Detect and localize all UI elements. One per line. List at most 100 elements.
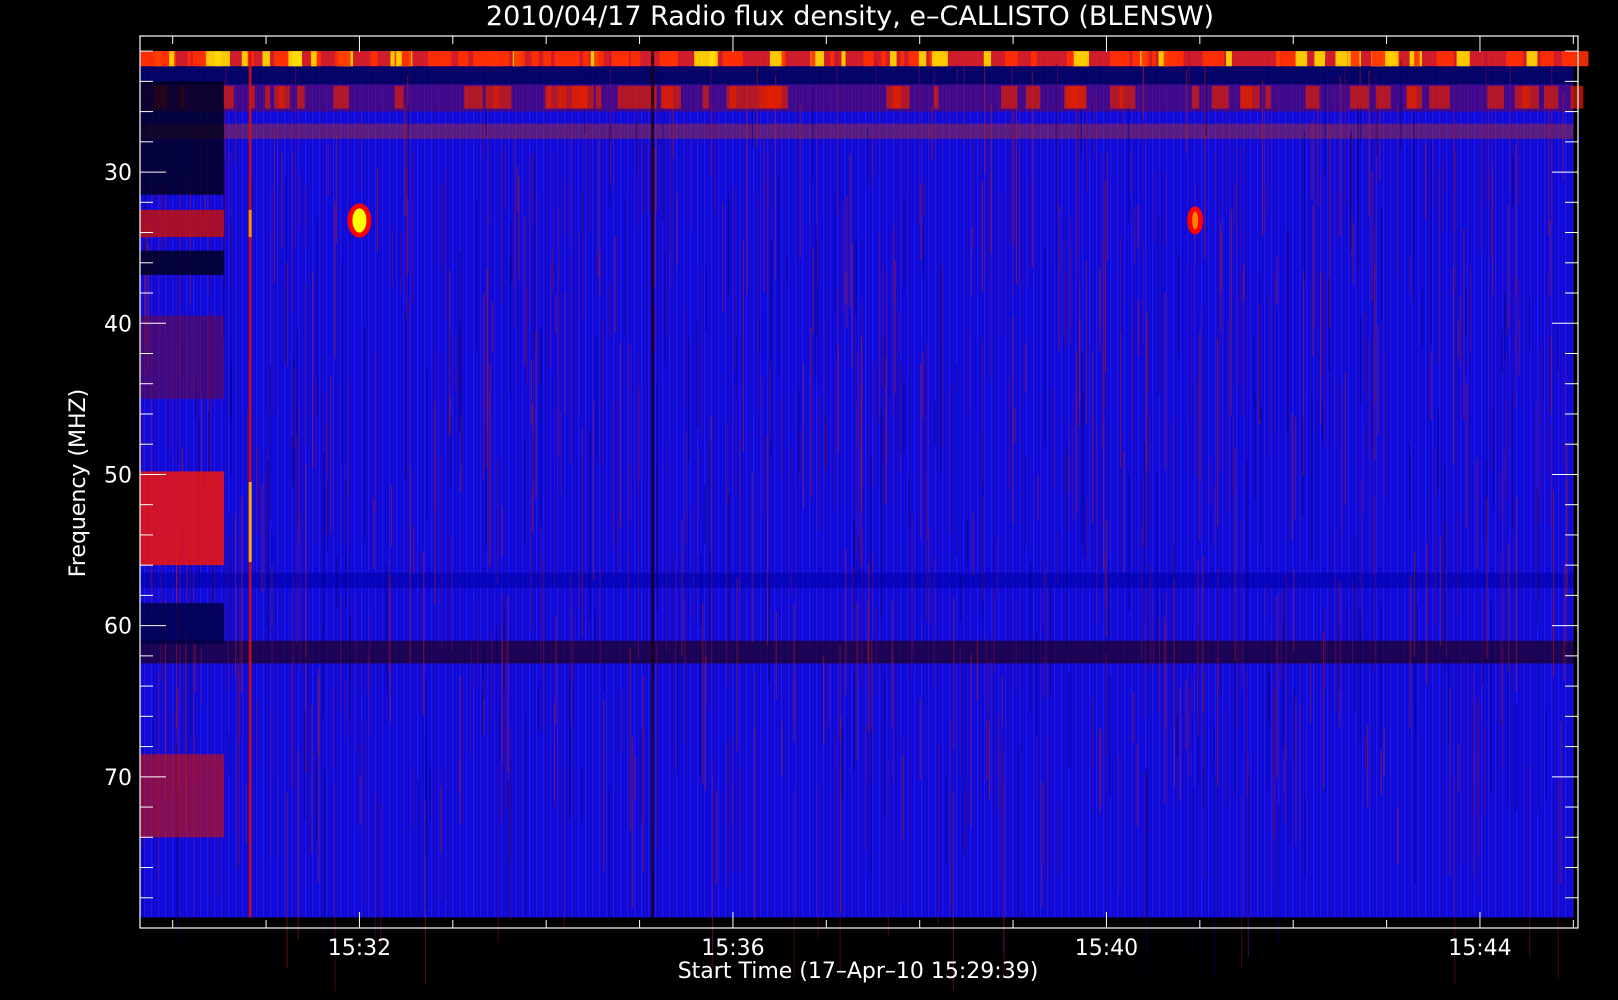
texture-streak bbox=[1106, 152, 1109, 261]
x-tick-label: 15:44 bbox=[1448, 936, 1511, 961]
upper-fragment bbox=[892, 85, 901, 109]
texture-streak bbox=[903, 735, 905, 905]
texture-streak bbox=[1536, 489, 1539, 626]
texture-streak bbox=[1142, 64, 1145, 119]
texture-streak bbox=[540, 526, 542, 666]
top-fragment bbox=[473, 51, 484, 67]
texture-streak bbox=[601, 319, 603, 469]
texture-streak bbox=[996, 537, 998, 594]
texture-streak bbox=[726, 483, 728, 685]
texture-streak bbox=[886, 271, 888, 464]
texture-streak bbox=[1384, 353, 1386, 500]
texture-streak bbox=[617, 512, 620, 573]
texture-streak bbox=[459, 675, 462, 825]
texture-streak bbox=[295, 53, 297, 251]
texture-streak bbox=[853, 671, 855, 772]
texture-streak bbox=[503, 604, 505, 691]
texture-streak bbox=[972, 513, 974, 576]
upper-fragment bbox=[1211, 85, 1229, 109]
texture-streak bbox=[894, 260, 896, 394]
texture-streak bbox=[1014, 407, 1016, 443]
texture-streak bbox=[476, 199, 478, 352]
texture-streak bbox=[355, 594, 357, 753]
texture-streak bbox=[1150, 564, 1152, 670]
texture-streak bbox=[593, 400, 595, 581]
texture-streak bbox=[1119, 237, 1122, 334]
texture-streak bbox=[1514, 278, 1517, 350]
texture-streak bbox=[359, 775, 361, 826]
texture-streak bbox=[834, 733, 836, 908]
texture-streak bbox=[1359, 610, 1361, 746]
texture-streak bbox=[1484, 726, 1486, 815]
texture-streak bbox=[558, 207, 561, 277]
vertical-line-1531-bright bbox=[248, 482, 252, 563]
texture-streak bbox=[786, 254, 789, 287]
texture-streak bbox=[1491, 203, 1494, 268]
texture-streak bbox=[1214, 153, 1217, 203]
texture-streak bbox=[1158, 216, 1160, 397]
texture-streak bbox=[389, 575, 391, 723]
top-fragment bbox=[1314, 51, 1326, 67]
texture-streak bbox=[1154, 171, 1156, 243]
texture-streak bbox=[533, 157, 536, 355]
texture-streak bbox=[887, 759, 890, 936]
texture-streak bbox=[641, 140, 643, 216]
texture-streak bbox=[1143, 773, 1145, 917]
texture-streak bbox=[739, 764, 741, 874]
texture-streak bbox=[1299, 707, 1301, 838]
texture-streak bbox=[499, 712, 501, 759]
texture-streak bbox=[537, 195, 539, 386]
texture-streak bbox=[1196, 378, 1198, 477]
texture-streak bbox=[405, 165, 407, 318]
upper-fragment bbox=[933, 85, 939, 109]
texture-streak bbox=[390, 485, 392, 547]
texture-streak bbox=[823, 655, 825, 746]
texture-streak bbox=[726, 742, 728, 888]
top-fragment bbox=[1506, 51, 1524, 67]
top-fragment bbox=[931, 51, 948, 67]
texture-streak bbox=[1035, 632, 1037, 737]
upper-fragment bbox=[1522, 85, 1540, 109]
texture-streak bbox=[856, 349, 859, 446]
texture-streak bbox=[1363, 424, 1365, 515]
texture-streak bbox=[1548, 86, 1550, 236]
texture-streak bbox=[347, 379, 349, 495]
texture-streak bbox=[654, 148, 656, 287]
top-fragment bbox=[841, 51, 846, 67]
texture-streak bbox=[409, 467, 411, 663]
texture-streak bbox=[1364, 312, 1366, 395]
texture-streak bbox=[1374, 265, 1376, 460]
texture-streak bbox=[825, 425, 827, 467]
upper-fragment bbox=[726, 85, 742, 109]
texture-streak bbox=[1459, 297, 1461, 364]
texture-streak bbox=[1012, 315, 1014, 525]
texture-streak bbox=[458, 758, 460, 794]
texture-streak bbox=[1351, 134, 1353, 260]
texture-streak bbox=[1002, 749, 1005, 954]
texture-streak bbox=[335, 135, 337, 244]
texture-streak bbox=[683, 307, 685, 404]
texture-streak bbox=[953, 597, 955, 750]
texture-streak bbox=[1240, 795, 1243, 968]
texture-streak bbox=[367, 651, 369, 694]
texture-streak bbox=[230, 149, 232, 288]
texture-streak bbox=[846, 194, 848, 329]
texture-streak bbox=[1563, 356, 1565, 468]
texture-streak bbox=[1465, 382, 1467, 528]
texture-streak bbox=[1132, 692, 1135, 743]
texture-streak bbox=[1104, 275, 1106, 409]
texture-streak bbox=[769, 362, 771, 443]
texture-streak bbox=[1042, 784, 1045, 863]
texture-streak bbox=[1000, 191, 1002, 336]
texture-streak bbox=[1368, 340, 1370, 458]
burst-33mhz-1532-core bbox=[352, 208, 367, 233]
texture-streak bbox=[1209, 459, 1211, 506]
texture-streak bbox=[688, 338, 690, 460]
texture-streak bbox=[1344, 64, 1346, 204]
texture-streak bbox=[257, 449, 259, 506]
texture-streak bbox=[482, 644, 485, 699]
texture-streak bbox=[1380, 208, 1383, 320]
texture-streak bbox=[976, 639, 978, 701]
texture-streak bbox=[1490, 602, 1493, 791]
texture-streak bbox=[1132, 299, 1134, 438]
